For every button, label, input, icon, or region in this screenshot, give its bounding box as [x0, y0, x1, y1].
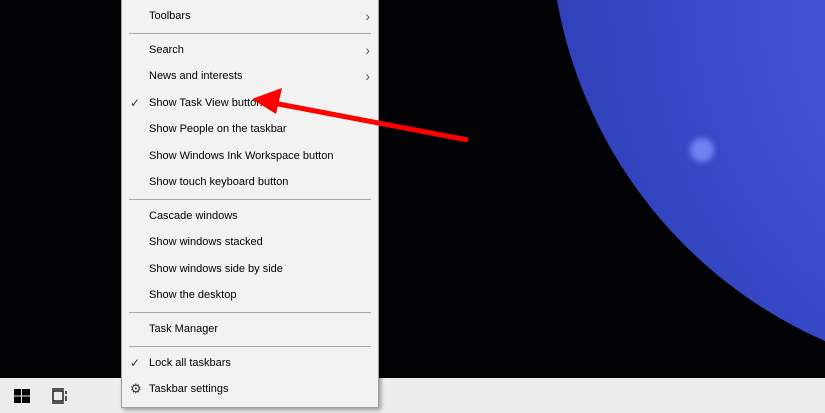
menu-item-news-and-interests[interactable]: News and interests › — [122, 64, 378, 88]
menu-separator — [129, 33, 371, 34]
menu-separator — [129, 199, 371, 200]
planet-spot — [690, 138, 714, 162]
chevron-right-icon: › — [365, 68, 370, 84]
menu-item-label: Show People on the taskbar — [149, 123, 287, 135]
menu-item-label: Search — [149, 44, 184, 56]
menu-item-taskbar-settings[interactable]: ⚙ Taskbar settings — [122, 377, 378, 401]
menu-separator — [129, 346, 371, 347]
menu-item-cascade-windows[interactable]: Cascade windows — [122, 204, 378, 228]
windows-start-icon[interactable] — [12, 386, 32, 406]
checkmark-icon: ✓ — [130, 356, 141, 370]
menu-item-show-people-on-the-taskbar[interactable]: Show People on the taskbar — [122, 117, 378, 141]
menu-item-show-windows-ink-workspace-button[interactable]: Show Windows Ink Workspace button — [122, 144, 378, 168]
menu-item-label: Show the desktop — [149, 289, 237, 301]
menu-item-show-touch-keyboard-button[interactable]: Show touch keyboard button — [122, 170, 378, 194]
chevron-right-icon: › — [365, 8, 370, 24]
menu-item-show-the-desktop[interactable]: Show the desktop — [122, 283, 378, 307]
menu-item-label: Show windows side by side — [149, 263, 283, 275]
menu-item-label: Task Manager — [149, 323, 219, 335]
menu-item-show-task-view-button[interactable]: ✓ Show Task View button — [122, 91, 378, 115]
menu-item-task-manager[interactable]: Task Manager — [122, 317, 378, 341]
menu-item-lock-all-taskbars[interactable]: ✓ Lock all taskbars — [122, 351, 378, 375]
gear-icon: ⚙ — [130, 381, 142, 396]
chevron-right-icon: › — [365, 42, 370, 58]
menu-item-label: Show touch keyboard button — [149, 176, 289, 188]
menu-item-search[interactable]: Search › — [122, 38, 378, 62]
menu-item-toolbars[interactable]: Toolbars › — [122, 4, 378, 28]
menu-item-label: Show Windows Ink Workspace button — [149, 150, 334, 162]
menu-item-label: Lock all taskbars — [149, 357, 231, 369]
menu-item-label: Taskbar settings — [149, 383, 229, 395]
menu-separator — [129, 312, 371, 313]
menu-item-label: News and interests — [149, 70, 243, 82]
taskbar-context-menu: Toolbars › Search › News and interests › ✓ Show… — [121, 0, 379, 408]
menu-item-label: Show Task View button — [149, 97, 263, 109]
menu-item-show-windows-side-by-side[interactable]: Show windows side by side — [122, 257, 378, 281]
menu-item-label: Cascade windows — [149, 210, 238, 222]
task-view-icon[interactable] — [50, 386, 70, 406]
menu-item-label: Show windows stacked — [149, 236, 263, 248]
menu-item-label: Toolbars — [149, 10, 191, 22]
menu-item-show-windows-stacked[interactable]: Show windows stacked — [122, 230, 378, 254]
checkmark-icon: ✓ — [130, 96, 141, 110]
planet-image — [550, 0, 825, 378]
